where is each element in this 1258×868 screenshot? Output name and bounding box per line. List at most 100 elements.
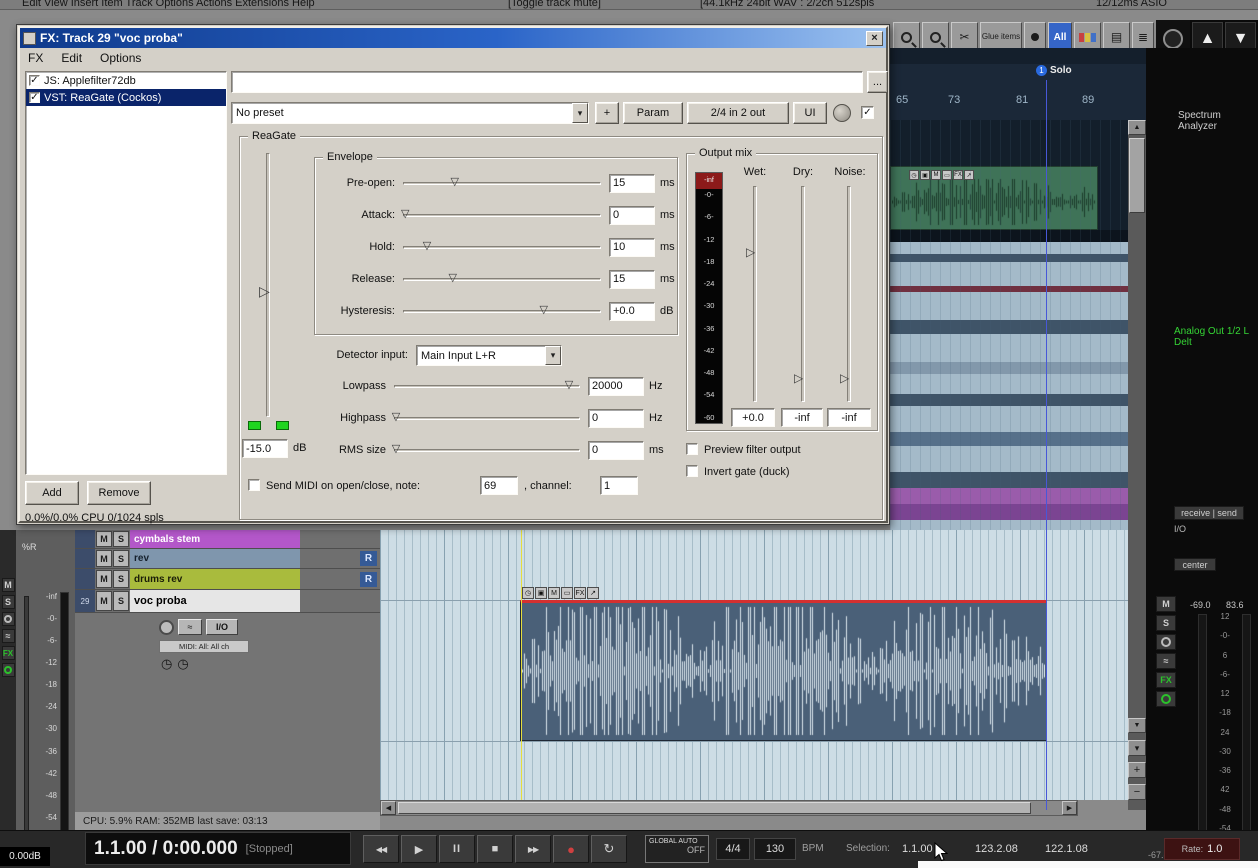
slider-thumb[interactable]: ▽ xyxy=(448,271,456,286)
fx-button[interactable]: FX xyxy=(2,646,15,660)
scroll-right-button[interactable]: ▶ xyxy=(1062,801,1077,815)
attack-value-input[interactable]: 0 xyxy=(609,206,655,225)
scrollbar-thumb[interactable] xyxy=(398,802,1031,814)
scrollbar-down-button[interactable]: ▼ xyxy=(1128,718,1146,733)
track-mute-button[interactable]: M xyxy=(96,570,112,588)
slider-thumb[interactable]: ▽ xyxy=(392,442,400,457)
item-expand-icon[interactable]: ↗ xyxy=(587,587,599,599)
fx-enable-button[interactable] xyxy=(2,663,15,677)
track-io-button[interactable]: I/O xyxy=(206,619,238,635)
arrange-view[interactable]: ◷ ▣ M ▭ FX ↗ xyxy=(380,530,1128,800)
midi-channel-input[interactable]: 1 xyxy=(600,476,638,495)
highpass-slider[interactable]: ▽ xyxy=(394,410,580,426)
fx-chain-label[interactable]: VST: ReaGate (Cockos) xyxy=(44,92,161,104)
monitor-knob[interactable] xyxy=(1163,29,1183,49)
slider-thumb[interactable]: ▽ xyxy=(401,207,409,222)
analog-out-label[interactable]: Analog Out 1/2 L Delt xyxy=(1174,326,1258,348)
track-name[interactable]: voc proba xyxy=(130,590,300,612)
playrate-control[interactable]: Rate: 1.0 xyxy=(1164,838,1240,860)
fx-enable-checkbox[interactable]: ✓ xyxy=(29,92,40,103)
track-solo-button[interactable]: S xyxy=(113,550,129,567)
receive-send-button[interactable]: receive | send xyxy=(1174,506,1244,520)
slider-thumb[interactable]: ▽ xyxy=(423,239,431,254)
fx-window-titlebar[interactable]: FX: Track 29 "voc proba" × xyxy=(20,28,886,48)
selection-length[interactable]: 122.1.08 xyxy=(1045,843,1088,855)
dry-value-input[interactable]: -inf xyxy=(781,408,823,427)
hold-slider[interactable]: ▽ xyxy=(403,239,601,255)
add-fx-button[interactable]: Add xyxy=(25,481,79,505)
phase-button[interactable] xyxy=(2,612,15,626)
selection-end[interactable]: 123.2.08 xyxy=(975,843,1018,855)
dropdown-arrow-icon[interactable]: ▾ xyxy=(545,346,561,365)
horizontal-scrollbar[interactable]: ◀ ▶ xyxy=(380,800,1078,816)
hysteresis-slider[interactable]: ▽ xyxy=(403,303,601,319)
dry-slider-track[interactable] xyxy=(801,186,805,402)
record-arm-button[interactable]: R xyxy=(360,572,377,587)
record-button[interactable]: ● xyxy=(553,835,589,863)
track-mute-button[interactable]: M xyxy=(96,531,112,547)
clock-icon[interactable]: ◷ xyxy=(177,656,188,672)
play-button[interactable]: ▶ xyxy=(401,835,437,863)
wet-knob[interactable] xyxy=(833,104,851,122)
slider-thumb[interactable]: ▽ xyxy=(392,410,400,425)
item-mute-icon[interactable]: M xyxy=(548,587,560,599)
midi-input-chip[interactable]: MIDI: All: All ch xyxy=(159,640,249,653)
vertical-scrollbar[interactable]: ▲ ▼ ▾ + − xyxy=(1128,120,1146,810)
release-value-input[interactable]: 15 xyxy=(609,270,655,289)
selection-start[interactable]: 1.1.00 xyxy=(902,843,933,855)
track-solo-button[interactable]: S xyxy=(113,570,129,588)
dry-slider-thumb[interactable]: ▷ xyxy=(794,372,803,384)
item-notes-icon[interactable]: ▭ xyxy=(561,587,573,599)
fx-comment-input[interactable] xyxy=(231,71,863,93)
main-menu-items[interactable]: Edit View Insert Item Track Options Acti… xyxy=(22,0,315,9)
master-gain-readout[interactable]: 0.00dB xyxy=(0,847,50,866)
preset-dropdown[interactable]: No preset ▾ xyxy=(231,102,589,124)
noise-value-input[interactable]: -inf xyxy=(827,408,871,427)
go-to-end-button[interactable]: ▶▶ xyxy=(515,835,551,863)
more-options-button[interactable]: ... xyxy=(867,71,888,93)
time-signature-display[interactable]: 4/4 xyxy=(716,838,750,860)
fx-chain-item[interactable]: ✓ JS: Applefilter72db xyxy=(26,72,226,89)
timeline-ruler[interactable]: 1 Solo 65 73 81 89 xyxy=(890,48,1146,120)
release-slider[interactable]: ▽ xyxy=(403,271,601,287)
threshold-slider-thumb[interactable]: ▷ xyxy=(259,285,270,297)
fx-button[interactable]: FX xyxy=(1156,672,1176,688)
volume-fader-track[interactable] xyxy=(24,596,29,838)
track-row[interactable]: M S drums rev R xyxy=(75,569,380,590)
item-clock-icon[interactable]: ◷ xyxy=(522,587,534,599)
lowpass-slider[interactable]: ▽ xyxy=(394,378,580,394)
fx-chain-label[interactable]: JS: Applefilter72db xyxy=(44,75,136,87)
track-solo-button[interactable]: S xyxy=(113,591,129,611)
track-mute-button[interactable]: M xyxy=(96,591,112,611)
track-row[interactable]: M S cymbals stem xyxy=(75,530,380,549)
pin-connector-button[interactable]: 2/4 in 2 out xyxy=(687,102,789,124)
io-label[interactable]: I/O xyxy=(1174,524,1186,534)
repeat-button[interactable]: ↻ xyxy=(591,835,627,863)
menu-options[interactable]: Options xyxy=(100,51,141,65)
spectrum-analyzer-label[interactable]: Spectrum Analyzer xyxy=(1178,110,1258,132)
solo-button[interactable]: S xyxy=(2,595,15,609)
wet-slider-track[interactable] xyxy=(753,186,757,402)
zoom-in-vertical-button[interactable]: + xyxy=(1128,762,1146,778)
phase-button[interactable] xyxy=(1156,634,1176,650)
midi-note-input[interactable]: 69 xyxy=(480,476,518,495)
slider-thumb[interactable]: ▽ xyxy=(540,303,548,318)
slider-thumb[interactable]: ▽ xyxy=(450,175,458,190)
zoom-out-vertical-button[interactable]: − xyxy=(1128,784,1146,800)
rms-size-slider[interactable]: ▽ xyxy=(394,442,580,458)
fx-chain-list[interactable]: ✓ JS: Applefilter72db ✓ VST: ReaGate (Co… xyxy=(25,71,227,475)
track-lanes-right[interactable]: ◷ ▣ M ▭ FX ↗ xyxy=(890,120,1128,530)
mute-button[interactable]: M xyxy=(1156,596,1176,612)
track-solo-button[interactable]: S xyxy=(113,531,129,547)
param-button[interactable]: Param xyxy=(623,102,683,124)
item-fx-icon[interactable]: FX xyxy=(574,587,586,599)
highpass-value-input[interactable]: 0 xyxy=(588,409,644,428)
fx-enable-button[interactable] xyxy=(1156,691,1176,707)
clock-icon[interactable]: ◷ xyxy=(161,656,172,672)
solo-button[interactable]: S xyxy=(1156,615,1176,631)
pan-center-button[interactable]: center xyxy=(1174,558,1216,571)
zoom-fit-button[interactable]: ▾ xyxy=(1128,740,1146,756)
scroll-left-button[interactable]: ◀ xyxy=(381,801,396,815)
send-midi-checkbox[interactable] xyxy=(248,479,260,491)
track-name[interactable]: rev xyxy=(130,549,300,568)
